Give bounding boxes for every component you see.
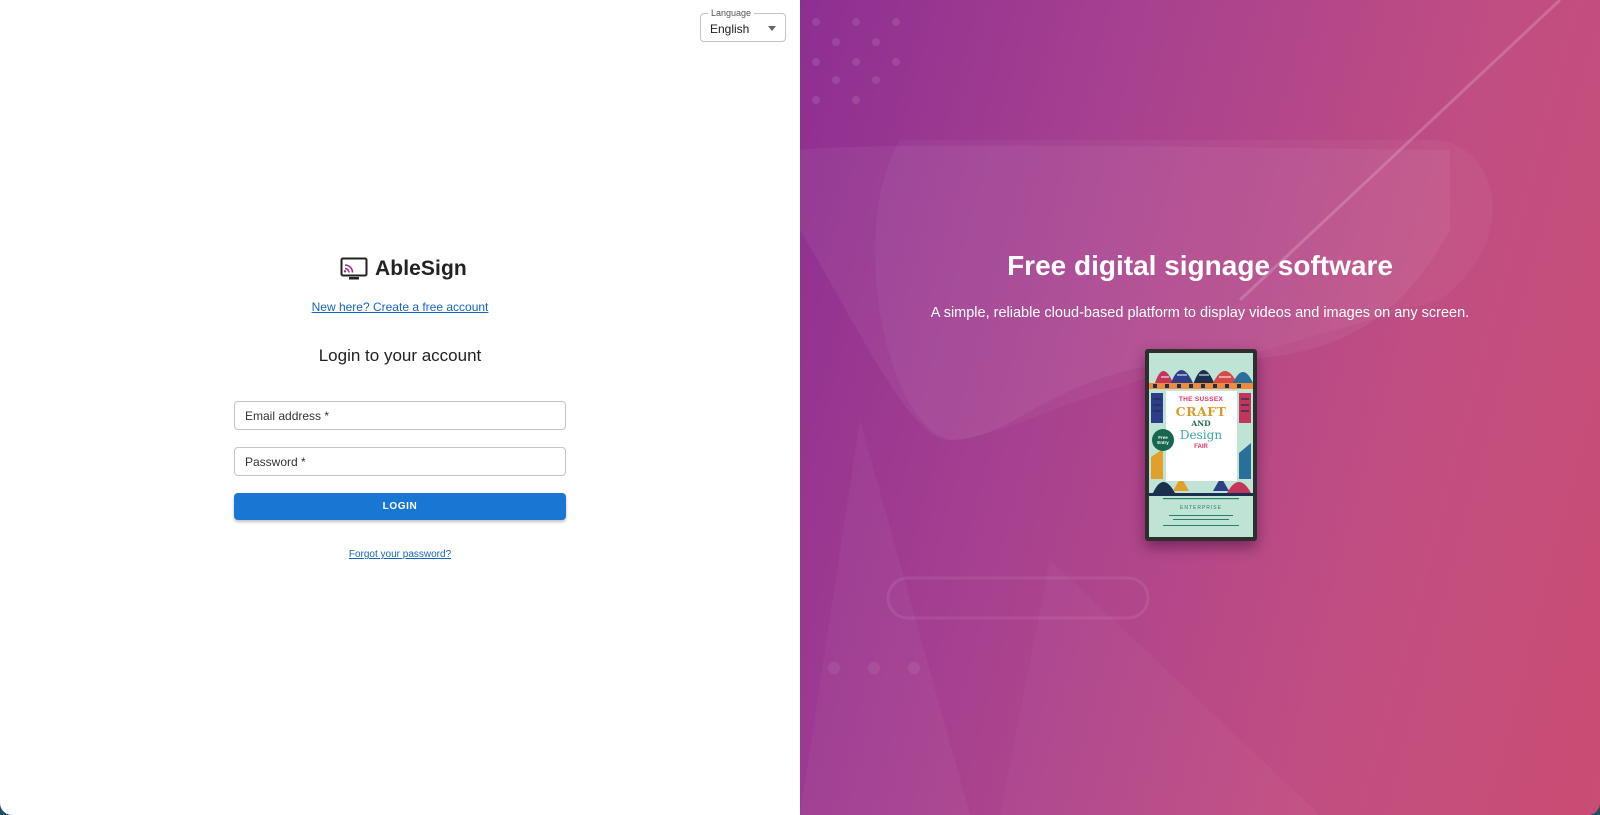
- brand-logo: AbleSign: [340, 255, 467, 283]
- cast-screen-icon: [340, 257, 368, 280]
- brand-name: AbleSign: [375, 257, 467, 280]
- badge-line-2: Entry: [1157, 440, 1169, 445]
- password-field[interactable]: [235, 448, 565, 475]
- email-field[interactable]: [235, 402, 565, 429]
- free-entry-badge: Free Entry: [1152, 429, 1174, 451]
- login-button[interactable]: LOGIN: [234, 493, 566, 520]
- hero-subtitle: A simple, reliable cloud-based platform …: [930, 305, 1470, 321]
- poster-footer: ENTERPRISE: [1180, 505, 1222, 511]
- page-title: Login to your account: [318, 346, 482, 365]
- chevron-down-icon: [768, 26, 776, 31]
- forgot-password-link[interactable]: Forgot your password?: [0, 549, 800, 560]
- create-account-link[interactable]: New here? Create a free account: [0, 300, 800, 314]
- language-value: English: [710, 22, 750, 36]
- email-field-container: [234, 401, 566, 430]
- login-panel: Language English AbleSign New here? Crea…: [0, 0, 800, 815]
- hero-title: Free digital signage software: [1007, 250, 1393, 281]
- poster-line-3: AND: [1191, 419, 1211, 428]
- app-root: Language English AbleSign New here? Crea…: [0, 0, 1600, 815]
- hero-panel: Free digital signage software A simple, …: [800, 0, 1600, 815]
- poster-display: THE SUSSEX CRAFT AND Design FAIR Free En…: [1149, 353, 1253, 537]
- language-select[interactable]: Language English: [700, 7, 786, 42]
- password-field-container: [234, 447, 566, 476]
- language-label: Language: [708, 7, 755, 19]
- poster-line-1: THE SUSSEX: [1178, 396, 1224, 403]
- poster-line-2: CRAFT: [1175, 404, 1227, 419]
- signage-screen-image: THE SUSSEX CRAFT AND Design FAIR Free En…: [1145, 349, 1257, 541]
